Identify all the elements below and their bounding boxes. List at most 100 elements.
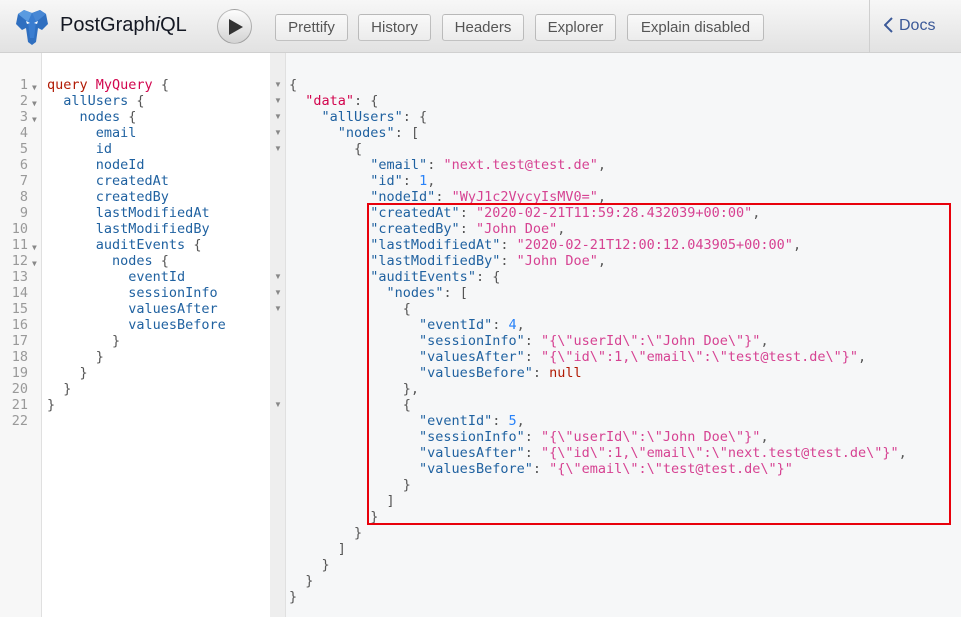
query-text: allUsers { [47, 93, 145, 109]
result-line: "createdBy": "John Doe", [289, 221, 565, 237]
line-number: 15 [11, 301, 28, 317]
json-token: "createdAt" [370, 205, 460, 221]
line-number: 6 [19, 157, 28, 173]
json-token: "sessionInfo" [419, 333, 525, 349]
query-text: sessionInfo [47, 285, 217, 301]
query-text: createdBy [47, 189, 169, 205]
json-token: "createdBy" [370, 221, 460, 237]
fold-arrow-icon[interactable]: ▼ [32, 96, 37, 112]
json-token: "{\"id\":1,\"email\":\"test@test.de\"}" [540, 349, 858, 365]
code-token: } [95, 349, 104, 365]
line-number: 10 [11, 221, 28, 237]
line-number: 13 [11, 269, 28, 285]
line-number: 14 [11, 285, 28, 301]
line-number: 22 [11, 413, 28, 429]
json-token: "valuesBefore" [419, 365, 533, 381]
query-text: } [47, 349, 104, 365]
json-token: "WyJ1c2VycyIsMV0=" [451, 189, 598, 205]
code-token: nodes [79, 109, 121, 125]
fold-arrow-icon[interactable]: ▼ [32, 240, 37, 256]
result-line: }, [289, 381, 419, 397]
line-number: 2 [19, 93, 28, 109]
docs-label: Docs [899, 17, 936, 34]
json-token: : [492, 317, 509, 333]
result-line: "nodes": [ [289, 125, 419, 141]
json-token: : [492, 413, 509, 429]
result-line: "auditEvents": { [289, 269, 500, 285]
json-token: ] [337, 541, 346, 557]
json-token: { [354, 141, 363, 157]
docs-button[interactable]: Docs [883, 17, 936, 35]
prettify-button[interactable]: Prettify [275, 14, 348, 41]
json-token: , [760, 429, 769, 445]
fold-arrow-icon[interactable]: ▼ [32, 80, 37, 96]
line-number: 8 [19, 189, 28, 205]
fold-arrow-icon[interactable]: ▼ [32, 112, 37, 128]
query-text: } [47, 365, 88, 381]
code-token: nodeId [95, 157, 145, 173]
result-line: } [289, 557, 330, 573]
code-token: { [152, 77, 169, 93]
json-token: "{\"email\":\"test@test.de\"}" [549, 461, 793, 477]
json-token: "data" [305, 93, 355, 109]
result-line: { [289, 77, 297, 93]
chevron-left-icon [883, 17, 893, 33]
result-line: "valuesBefore": "{\"email\":\"test@test.… [289, 461, 793, 477]
json-token: null [549, 365, 582, 381]
query-text: auditEvents { [47, 237, 202, 253]
query-editor[interactable]: 1 ▼ query MyQuery {2 ▼ allUsers {3 ▼ nodes {… [0, 53, 270, 617]
fold-arrow-icon[interactable]: ▼ [274, 112, 282, 121]
code-token: valuesAfter [128, 301, 218, 317]
json-token: "nodes" [386, 285, 444, 301]
play-icon [229, 19, 243, 35]
json-token: , [898, 445, 907, 461]
json-token: "allUsers" [321, 109, 403, 125]
fold-arrow-icon[interactable]: ▼ [274, 144, 282, 153]
json-token: { [289, 77, 298, 93]
code-token: { [128, 93, 145, 109]
headers-button[interactable]: Headers [442, 14, 524, 41]
line-number: 5 [19, 141, 28, 157]
fold-arrow-icon[interactable]: ▼ [274, 80, 282, 89]
json-token: : [459, 221, 476, 237]
query-text: createdAt [47, 173, 169, 189]
execute-query-button[interactable] [217, 9, 252, 44]
json-token: : [532, 365, 550, 381]
fold-arrow-icon[interactable]: ▼ [274, 400, 282, 409]
json-token: "2020-02-21T12:00:12.043905+00:00" [516, 237, 793, 253]
line-number: 7 [19, 173, 28, 189]
code-token: nodes [112, 253, 153, 269]
code-token: valuesBefore [128, 317, 226, 333]
code-token: eventId [128, 269, 186, 285]
result-fold-gutter: ▼ ▼ ▼ ▼ ▼ ▼ ▼ ▼ ▼ [270, 53, 286, 617]
result-line: "data": { [289, 93, 378, 109]
fold-arrow-icon[interactable]: ▼ [274, 128, 282, 137]
fold-arrow-icon[interactable]: ▼ [274, 288, 282, 297]
json-token: } [289, 589, 298, 605]
explorer-button[interactable]: Explorer [535, 14, 616, 41]
fold-arrow-icon[interactable]: ▼ [274, 96, 282, 105]
result-line: { [289, 141, 362, 157]
line-number: 17 [11, 333, 28, 349]
result-line: "sessionInfo": "{\"userId\":\"John Doe\"… [289, 429, 769, 445]
json-token: , [557, 221, 566, 237]
json-token: : [ [394, 125, 420, 141]
query-text: valuesBefore [47, 317, 226, 333]
fold-arrow-icon[interactable]: ▼ [274, 304, 282, 313]
result-line: "nodes": [ [289, 285, 468, 301]
json-token: "2020-02-21T11:59:28.432039+00:00" [475, 205, 753, 221]
explain-button[interactable]: Explain disabled [627, 14, 764, 41]
json-token: , [857, 349, 867, 365]
postgres-elephant-icon [16, 10, 48, 45]
json-token: "nodes" [337, 125, 395, 141]
history-button[interactable]: History [358, 14, 431, 41]
code-token: } [47, 397, 56, 413]
fold-arrow-icon[interactable]: ▼ [274, 272, 282, 281]
fold-arrow-icon[interactable]: ▼ [32, 256, 37, 272]
json-token: "email" [370, 157, 428, 173]
result-line: } [289, 477, 411, 493]
json-token: : [524, 349, 541, 365]
toolbar: PostGraphiQL Prettify History Headers Ex… [0, 0, 961, 53]
result-viewer: { "data": { "allUsers": { "nodes": [ { "… [286, 53, 961, 617]
code-token: createdAt [95, 173, 169, 189]
